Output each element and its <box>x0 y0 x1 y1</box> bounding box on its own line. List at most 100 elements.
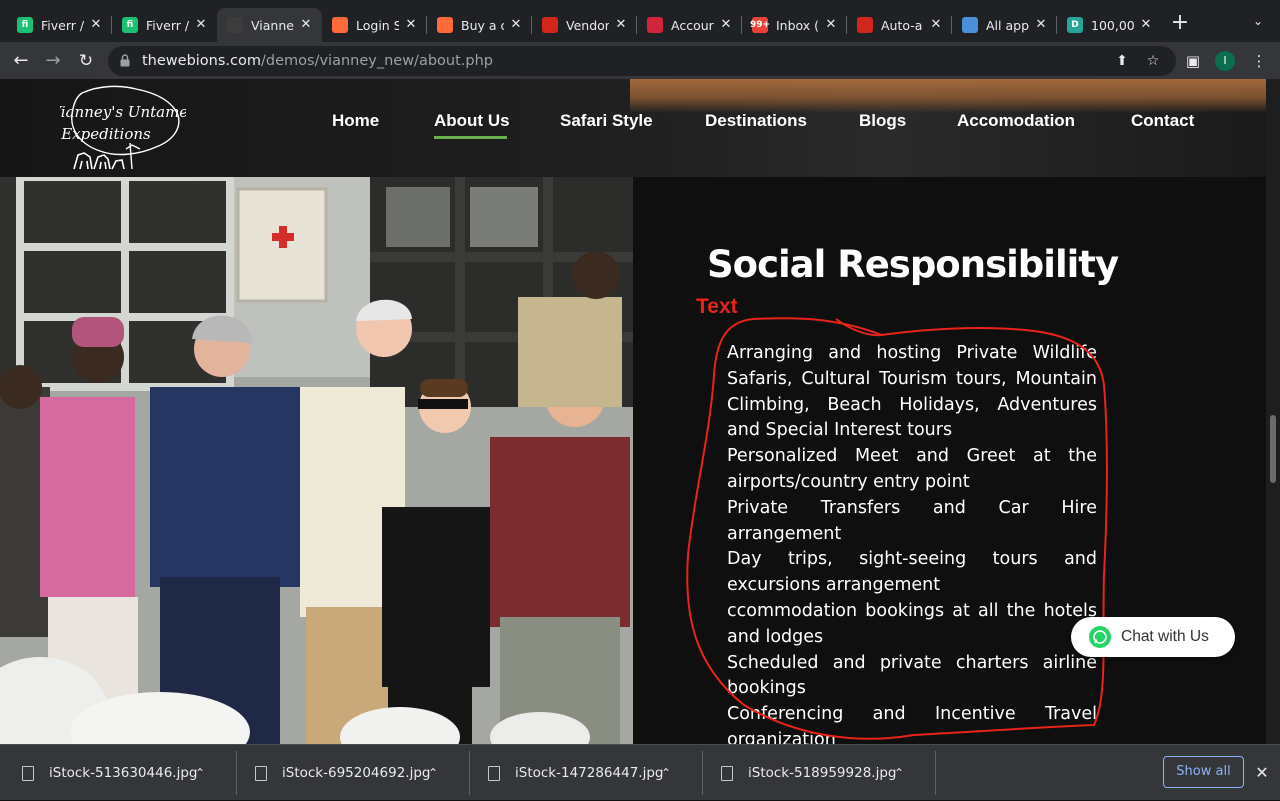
d-icon: D <box>1067 17 1083 33</box>
account-icon <box>647 17 663 33</box>
envato-icon <box>332 17 348 33</box>
browser-tab[interactable]: Login S ✕ <box>322 8 427 42</box>
tab-close-icon[interactable]: ✕ <box>298 17 314 33</box>
download-filename: iStock-695204692.jpg <box>282 765 431 781</box>
tab-title: Accour <box>671 17 714 33</box>
tab-close-icon[interactable]: ✕ <box>613 17 629 33</box>
tab-close-icon[interactable]: ✕ <box>1033 17 1049 33</box>
gmail-icon: 99+ <box>750 17 770 33</box>
divider <box>935 751 936 795</box>
share-icon[interactable]: ⬆ <box>1113 52 1131 70</box>
file-icon <box>488 765 500 781</box>
browser-tab[interactable]: Vendor ✕ <box>532 8 637 42</box>
browser-tab[interactable]: Auto-a ✕ <box>847 8 952 42</box>
lock-icon <box>120 54 130 67</box>
browser-tab[interactable]: D 100,00 ✕ <box>1057 8 1162 42</box>
download-item[interactable]: iStock-147286447.jpg ⌃ <box>466 745 700 801</box>
download-filename: iStock-513630446.jpg <box>49 765 198 781</box>
browser-tab[interactable]: Vianne ✕ <box>217 8 322 42</box>
tab-separator <box>426 16 427 34</box>
browser-tab[interactable]: Accour ✕ <box>637 8 742 42</box>
tab-close-icon[interactable]: ✕ <box>928 17 944 33</box>
tab-separator <box>636 16 637 34</box>
tab-search-icon[interactable]: ⌄ <box>1248 14 1268 34</box>
section-heading: Social Responsibility <box>707 243 1119 286</box>
file-icon <box>721 765 733 781</box>
fiverr-icon: fi <box>17 17 33 33</box>
show-all-button[interactable]: Show all <box>1163 756 1244 788</box>
logo-text: Vianney's Untamed <box>60 103 186 121</box>
url-path: /demos/vianney_new/about.php <box>261 53 493 69</box>
annotation-label: Text <box>696 295 738 318</box>
fiverr-icon: fi <box>122 17 138 33</box>
nav-about-us[interactable]: About Us <box>434 111 510 131</box>
tab-title: All app <box>986 17 1029 33</box>
tab-title: Fiverr / <box>41 17 84 33</box>
nav-blogs[interactable]: Blogs <box>859 111 906 131</box>
service-item: ccommodation bookings at all the hotels … <box>727 600 1097 647</box>
tab-close-icon[interactable]: ✕ <box>1138 17 1154 33</box>
chevron-up-icon[interactable]: ⌃ <box>894 766 904 780</box>
chevron-up-icon[interactable]: ⌃ <box>195 766 205 780</box>
tab-title: Vianne <box>251 17 294 33</box>
bookmark-star-icon[interactable]: ☆ <box>1144 52 1162 70</box>
reload-icon[interactable]: ↻ <box>73 48 99 74</box>
forward-arrow-icon[interactable]: → <box>40 48 66 74</box>
site-logo[interactable]: Vianney's Untamed Expeditions <box>60 83 186 175</box>
tab-separator <box>111 16 112 34</box>
tab-close-icon[interactable]: ✕ <box>823 17 839 33</box>
app-store-icon <box>962 17 978 33</box>
nav-safari-style[interactable]: Safari Style <box>560 111 653 131</box>
profile-avatar[interactable]: I <box>1215 51 1235 71</box>
downloads-bar: iStock-513630446.jpg ⌃ iStock-695204692.… <box>0 744 1280 800</box>
back-arrow-icon[interactable]: ← <box>8 48 34 74</box>
browser-tab[interactable]: All app ✕ <box>952 8 1057 42</box>
tab-close-icon[interactable]: ✕ <box>403 17 419 33</box>
address-bar[interactable]: thewebions.com/demos/vianney_new/about.p… <box>108 46 1176 76</box>
url-host: thewebions.com <box>142 53 262 69</box>
download-item[interactable]: iStock-518959928.jpg ⌃ <box>699 745 933 801</box>
browser-tab[interactable]: fi Fiverr / ✕ <box>7 8 112 42</box>
file-icon <box>22 765 34 781</box>
tab-title: Inbox ( <box>776 17 819 33</box>
tab-title: Buy a c <box>461 17 504 33</box>
close-icon[interactable]: ✕ <box>1252 763 1272 783</box>
new-tab-button[interactable]: + <box>1168 12 1192 36</box>
tab-title: Vendor <box>566 17 609 33</box>
browser-tab[interactable]: 99+ Inbox (✕ <box>742 8 847 42</box>
tab-close-icon[interactable]: ✕ <box>193 17 209 33</box>
web-page: Vianney's Untamed Expeditions Home About… <box>0 79 1266 744</box>
nav-contact[interactable]: Contact <box>1131 111 1194 131</box>
tab-close-icon[interactable]: ✕ <box>508 17 524 33</box>
side-panel-icon[interactable]: ▣ <box>1183 51 1203 71</box>
service-item: Arranging and hosting Private Wildlife S… <box>727 343 1097 441</box>
page-scrollbar[interactable] <box>1266 79 1280 744</box>
nav-accomodation[interactable]: Accomodation <box>957 111 1075 131</box>
tab-close-icon[interactable]: ✕ <box>88 17 104 33</box>
download-item[interactable]: iStock-513630446.jpg ⌃ <box>0 745 234 801</box>
envato-icon <box>437 17 453 33</box>
tab-close-icon[interactable]: ✕ <box>718 17 734 33</box>
browser-tab[interactable]: fi Fiverr / ✕ <box>112 8 217 42</box>
menu-kebab-icon[interactable]: ⋮ <box>1249 51 1269 71</box>
download-item[interactable]: iStock-695204692.jpg ⌃ <box>233 745 467 801</box>
chevron-up-icon[interactable]: ⌃ <box>428 766 438 780</box>
browser-tab[interactable]: Buy a c ✕ <box>427 8 532 42</box>
nav-home[interactable]: Home <box>332 111 379 131</box>
chat-with-us-button[interactable]: Chat with Us <box>1071 617 1235 657</box>
service-item: Day trips, sight-seeing tours and excurs… <box>727 549 1097 596</box>
service-item: Personalized Meet and Greet at the airpo… <box>727 446 1097 492</box>
tab-separator <box>741 16 742 34</box>
active-nav-underline <box>434 136 507 139</box>
elephant-icon <box>73 152 93 170</box>
scrollbar-thumb[interactable] <box>1270 415 1276 483</box>
nav-destinations[interactable]: Destinations <box>705 111 807 131</box>
tab-title: Login S <box>356 17 399 33</box>
chevron-up-icon[interactable]: ⌃ <box>661 766 671 780</box>
file-icon <box>255 765 267 781</box>
site-header: Vianney's Untamed Expeditions Home About… <box>0 79 1266 177</box>
group-photo <box>0 177 633 744</box>
browser-toolbar: ← → ↻ thewebions.com/demos/vianney_new/a… <box>0 42 1280 79</box>
header-background-image <box>630 79 1266 113</box>
download-filename: iStock-147286447.jpg <box>515 765 664 781</box>
